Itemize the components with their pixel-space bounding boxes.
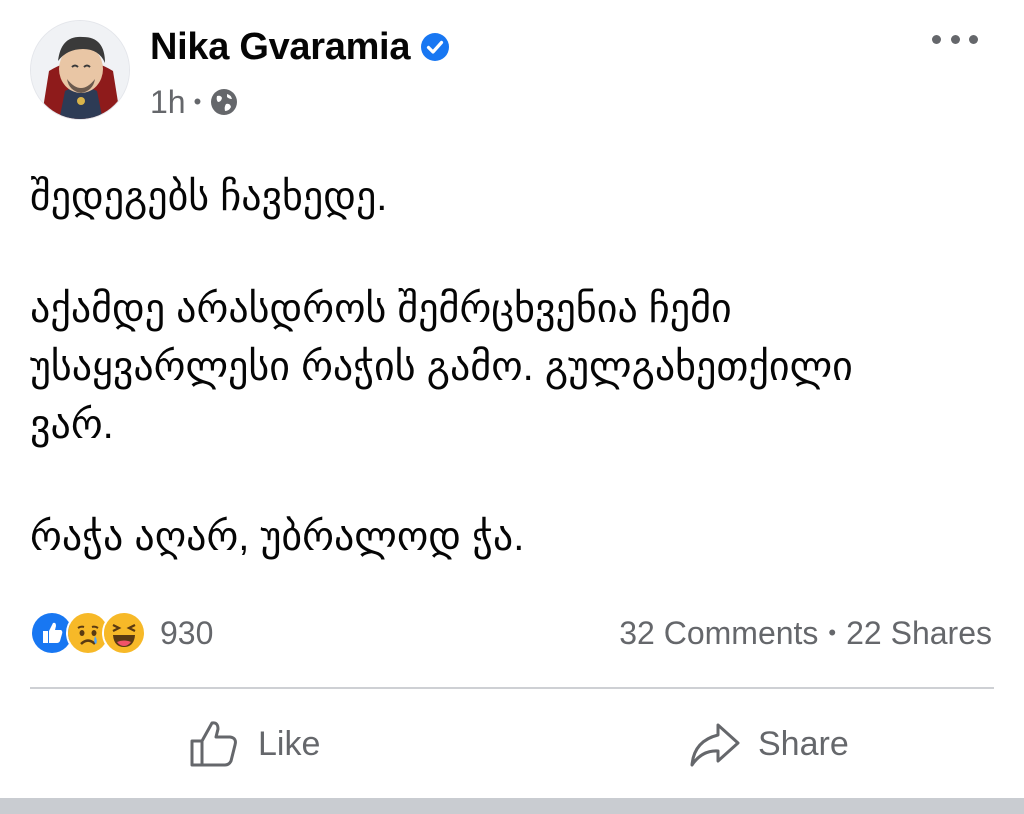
avatar-illustration — [31, 21, 129, 119]
post-paragraph-1: შედეგებს ჩავხედე. — [30, 175, 388, 219]
reactions-summary[interactable]: 930 — [30, 610, 213, 656]
post-paragraph-2-line-3: ვარ. — [30, 403, 114, 447]
post-time[interactable]: 1h — [150, 84, 186, 121]
stats-separator: • — [828, 620, 837, 645]
post-paragraph-2-line-2: უსაყვარლესი რაჭის გამო. გულგახეთქილი — [30, 345, 853, 389]
share-label: Share — [758, 724, 849, 763]
post-paragraph-3: რაჭა აღარ, უბრალოდ ჭა. — [30, 515, 525, 559]
post-body: შედეგებს ჩავხედე. აქამდე არასდროს შემრცხ… — [30, 168, 1000, 566]
post-paragraph-2-line-1: აქამდე არასდროს შემრცხვენია ჩემი — [30, 287, 732, 331]
author-name[interactable]: Nika Gvaramia — [150, 26, 410, 69]
more-dot — [969, 34, 978, 44]
more-options-icon[interactable] — [932, 24, 978, 54]
more-dot — [932, 34, 941, 44]
post-paragraph-2: აქამდე არასდროს შემრცხვენია ჩემი უსაყვარ… — [30, 280, 1000, 454]
thumbs-up-icon — [188, 717, 242, 771]
globe-icon — [209, 87, 239, 117]
reactions-count: 930 — [160, 614, 214, 651]
engagement-stats: 32 Comments • 22 Shares — [619, 610, 992, 656]
like-button[interactable]: Like — [188, 716, 320, 772]
actions-divider — [30, 687, 994, 689]
post-header: Nika Gvaramia — [150, 24, 450, 70]
author-avatar[interactable] — [30, 20, 130, 120]
post-meta: 1h • — [150, 82, 239, 122]
comments-count[interactable]: 32 Comments — [619, 615, 818, 652]
share-button[interactable]: Share — [688, 716, 849, 772]
haha-reaction-icon — [102, 611, 146, 655]
verified-badge-icon — [420, 32, 450, 62]
bottom-divider-bar — [0, 798, 1024, 814]
like-label: Like — [258, 724, 321, 763]
meta-separator: • — [193, 89, 202, 114]
share-arrow-icon — [688, 717, 742, 771]
more-dot — [950, 34, 960, 44]
shares-count[interactable]: 22 Shares — [846, 615, 992, 652]
